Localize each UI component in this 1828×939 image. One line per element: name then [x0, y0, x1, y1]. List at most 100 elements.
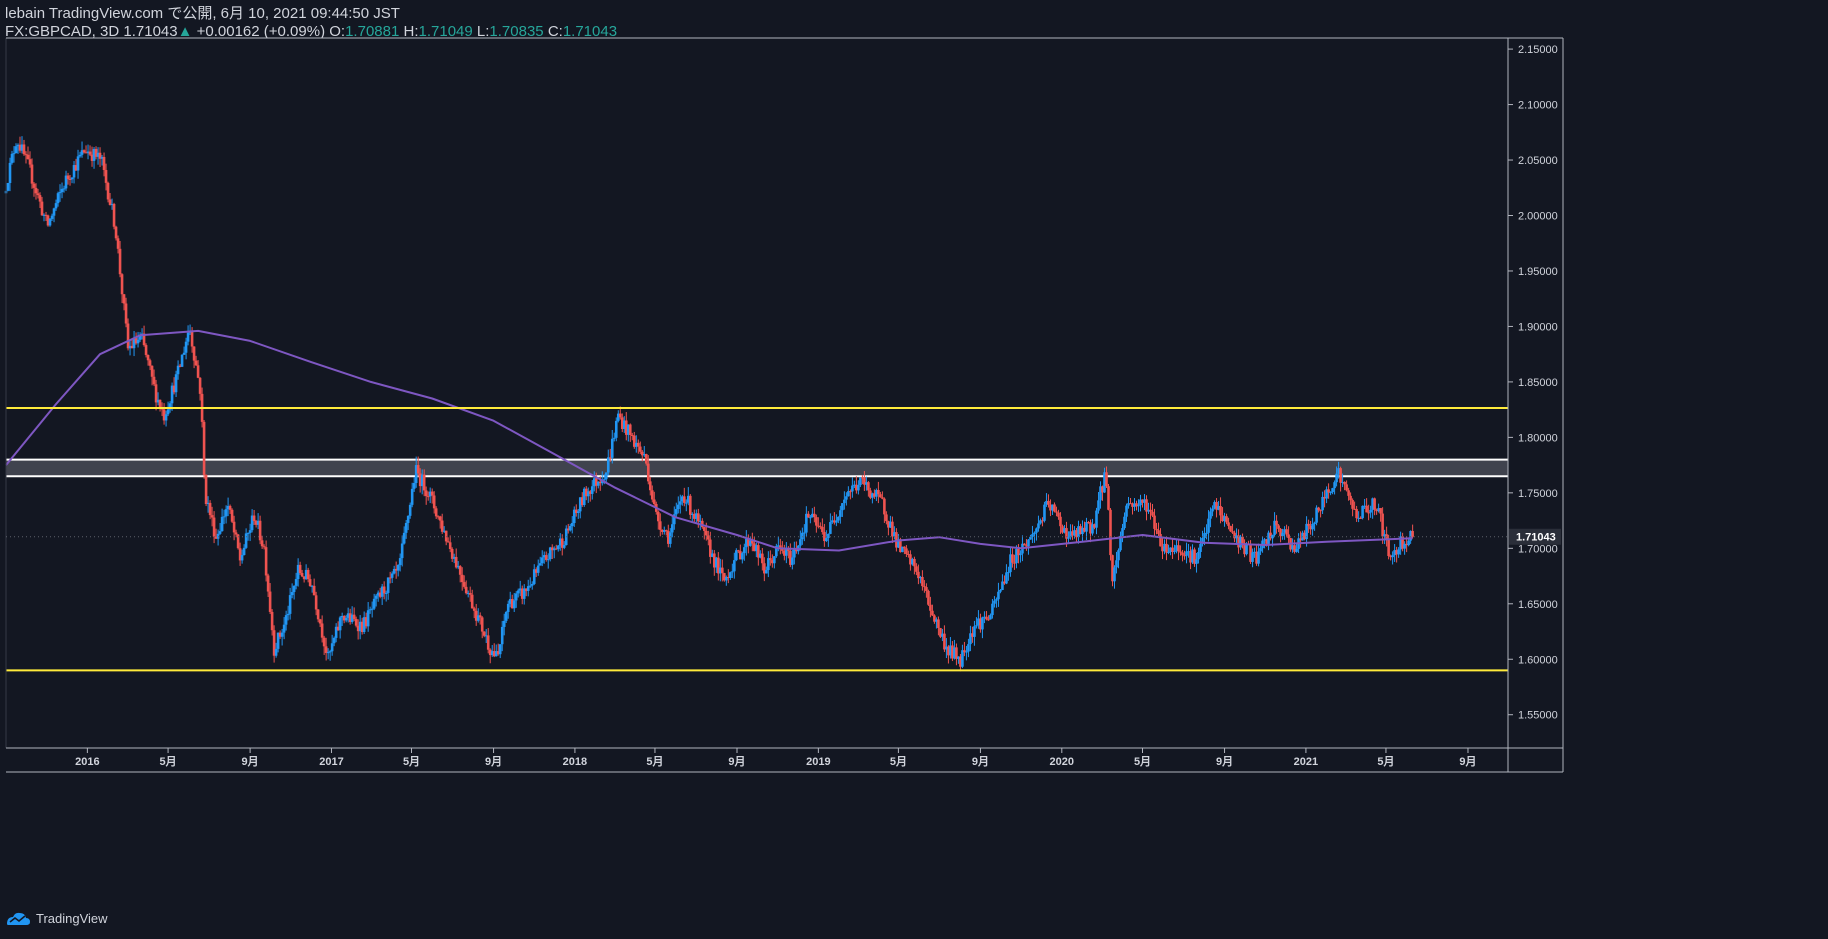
candle-body	[332, 637, 336, 644]
candle-body	[432, 495, 436, 509]
candle-body	[126, 323, 130, 349]
candle-body	[294, 579, 298, 586]
x-tick-label: 5月	[646, 755, 663, 768]
candle-body	[761, 553, 764, 564]
candle-body	[400, 543, 404, 559]
candle-body	[791, 557, 794, 565]
candle-body	[526, 586, 530, 591]
candle-body	[1029, 536, 1032, 540]
candle-body	[300, 573, 304, 577]
candle-body	[434, 508, 438, 517]
x-tick-label: 2017	[319, 756, 343, 768]
candle-body	[150, 365, 154, 377]
candle-body	[987, 619, 990, 621]
candle-body	[769, 558, 772, 561]
candle-body	[482, 631, 486, 636]
candle-body	[997, 591, 1000, 600]
plot-area[interactable]	[6, 38, 1508, 748]
candle-body	[446, 541, 450, 543]
candle-body	[1387, 538, 1390, 556]
candle-body	[1231, 531, 1234, 533]
candle-body	[568, 526, 572, 531]
candle-body	[689, 495, 692, 515]
candle-body	[1321, 496, 1324, 511]
candle-body	[965, 651, 968, 653]
candle-body	[1053, 504, 1056, 512]
candle-body	[1123, 516, 1126, 529]
candle-body	[1327, 489, 1330, 493]
candle-body	[444, 530, 448, 542]
candle-body	[498, 644, 502, 655]
candle-body	[152, 376, 156, 385]
candle-body	[1317, 507, 1320, 511]
candle-body	[58, 192, 62, 194]
candle-body	[76, 156, 80, 171]
candle-body	[1121, 528, 1124, 536]
y-tick-label: 1.95000	[1518, 266, 1558, 278]
tradingview-logo-icon	[7, 912, 30, 925]
candle-body	[370, 608, 374, 610]
candle-body	[857, 485, 860, 491]
candle-body	[82, 150, 86, 153]
candle-body	[570, 523, 574, 527]
footer: TradingView	[5, 910, 108, 926]
candle-body	[412, 483, 416, 489]
candle-body	[324, 646, 328, 653]
time-axis[interactable]: 2016 5月 9月 2017 5月 9月 2018 5月 9月 2019 5月 9月 2020 5月 9月…	[75, 748, 1477, 768]
candle-body	[664, 530, 668, 532]
candle-body	[314, 595, 318, 610]
y-tick-label: 2.15000	[1518, 44, 1558, 56]
price-axis[interactable]: 1.55000 1.60000 1.65000 1.70000 1.75000 1.800…	[1508, 44, 1558, 722]
y-tick-label: 1.55000	[1518, 710, 1558, 722]
candle-body	[1125, 505, 1128, 517]
price-chart[interactable]: 1.55000 1.60000 1.65000 1.70000 1.75000 1.800…	[0, 0, 1828, 939]
candle-body	[1155, 528, 1158, 531]
candle-body	[292, 585, 296, 593]
candle-body	[320, 623, 324, 638]
candle-body	[1329, 492, 1332, 494]
x-tick-label: 9月	[1459, 755, 1476, 768]
candle-body	[106, 182, 110, 200]
last-price-text: 1.71043	[1516, 532, 1556, 544]
candle-body	[1275, 520, 1278, 526]
candle-body	[1311, 523, 1314, 530]
candle-body	[546, 559, 550, 561]
candle-body	[1149, 509, 1152, 512]
candle-body	[678, 501, 682, 505]
candle-body	[707, 535, 710, 540]
candle-body	[88, 151, 92, 155]
y-tick-label: 1.65000	[1518, 599, 1558, 611]
candle-body	[729, 572, 732, 579]
candle-body	[1197, 551, 1200, 560]
candle-body	[674, 509, 678, 515]
candle-body	[514, 593, 518, 601]
candle-body	[670, 524, 674, 533]
candle-body	[1137, 505, 1140, 507]
x-tick-label: 5月	[160, 755, 177, 768]
candle-body	[859, 477, 862, 486]
candle-body	[366, 610, 370, 627]
y-tick-label: 2.05000	[1518, 155, 1558, 167]
candle-body	[646, 463, 650, 482]
candle-body	[260, 540, 264, 547]
candle-body	[1351, 500, 1354, 509]
candle-body	[460, 574, 464, 583]
candle-body	[985, 616, 988, 620]
candle-body	[1379, 508, 1382, 514]
candle-body	[697, 513, 700, 522]
candle-body	[1219, 506, 1222, 516]
candle-body	[1365, 505, 1368, 513]
candle-body	[1207, 518, 1210, 533]
candle-body	[1107, 486, 1110, 510]
candle-body	[1347, 490, 1350, 496]
candle-body	[148, 360, 152, 366]
x-tick-label: 2019	[806, 756, 830, 768]
candle-body	[240, 555, 244, 561]
candle-body	[721, 567, 724, 574]
candle-body	[841, 503, 844, 511]
candle-body	[528, 585, 532, 587]
candle-body	[1057, 512, 1060, 517]
candle-body	[422, 474, 426, 491]
candle-body	[234, 532, 238, 535]
candle-body	[30, 164, 34, 184]
